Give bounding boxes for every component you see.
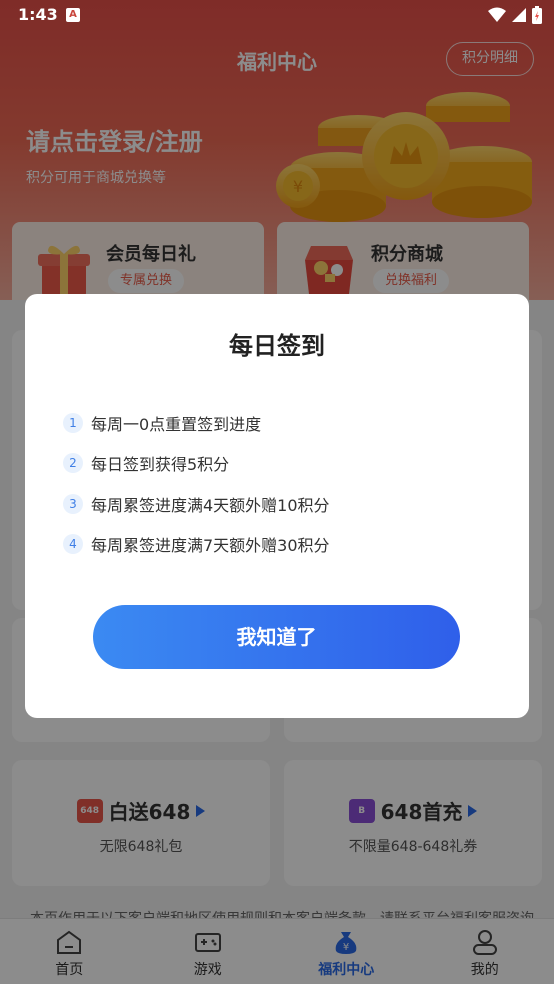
rule-item: 3 每周累签进度满4天额外赠10积分	[63, 491, 330, 517]
rule-number: 4	[63, 534, 83, 554]
rule-item: 1 每周一0点重置签到进度	[63, 410, 261, 436]
wifi-icon	[488, 7, 506, 22]
rule-text: 每周累签进度满7天额外赠30积分	[91, 536, 330, 555]
signal-icon	[512, 8, 526, 22]
dialog-title: 每日签到	[229, 332, 325, 360]
rule-item: 4 每周累签进度满7天额外赠30积分	[63, 531, 330, 557]
rule-number: 2	[63, 453, 83, 473]
rule-text: 每日签到获得5积分	[91, 455, 230, 474]
battery-icon	[532, 6, 542, 24]
rule-text: 每周累签进度满4天额外赠10积分	[91, 496, 330, 515]
status-bar: 1:43 A	[0, 0, 554, 30]
rule-item: 2 每日签到获得5积分	[63, 450, 229, 476]
notification-a-icon: A	[66, 8, 80, 22]
got-it-button[interactable]: 我知道了	[93, 605, 460, 669]
rule-text: 每周一0点重置签到进度	[91, 415, 262, 434]
daily-checkin-dialog: 每日签到 1 每周一0点重置签到进度 2 每日签到获得5积分 3 每周累签进度满…	[25, 294, 529, 718]
system-icons	[488, 6, 542, 24]
rule-number: 3	[63, 494, 83, 514]
status-time: 1:43	[18, 5, 58, 24]
rule-number: 1	[63, 413, 83, 433]
